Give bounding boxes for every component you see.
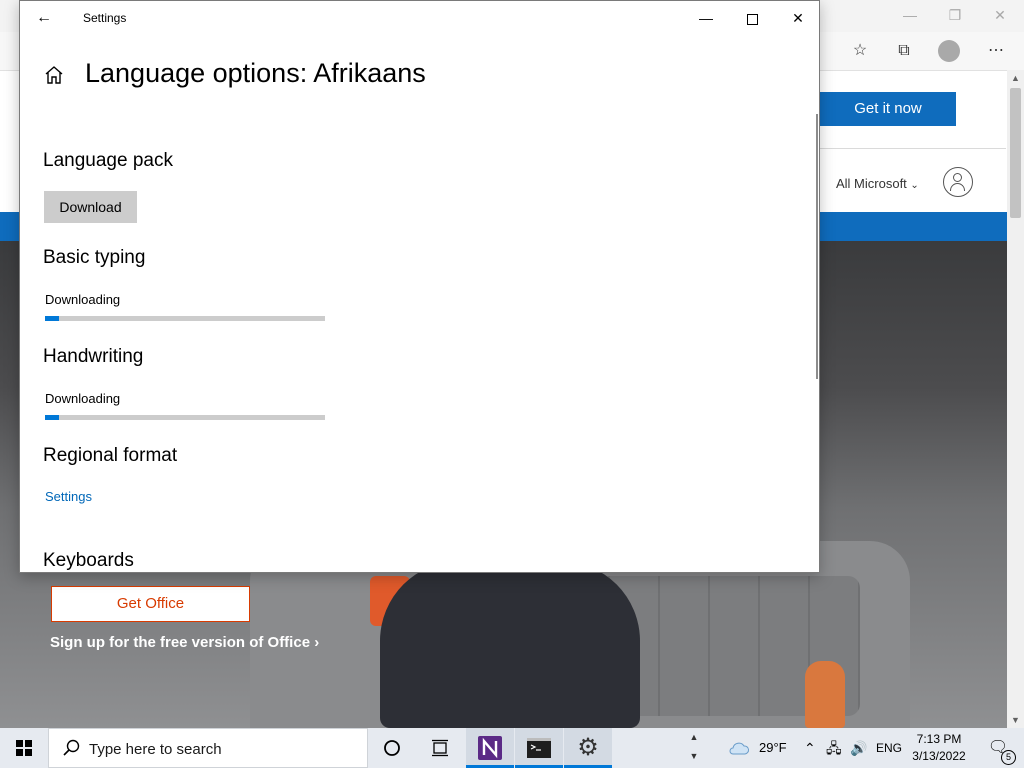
taskbar-clock[interactable]: 7:13 PM 3/13/2022	[905, 731, 973, 765]
vase-shape	[805, 661, 845, 728]
regional-format-heading: Regional format	[43, 445, 178, 466]
weather-temperature[interactable]: 29°F	[759, 728, 787, 768]
all-microsoft-menu[interactable]: All Microsoft ⌄	[836, 176, 919, 191]
favorites-star-icon[interactable]: ☆	[849, 40, 871, 62]
windows-logo-icon	[16, 740, 32, 756]
gear-icon: ⚙	[577, 734, 599, 761]
browser-scrollbar[interactable]: ▲ ▼	[1007, 70, 1024, 728]
browser-profile-avatar[interactable]	[938, 40, 960, 62]
language-pack-heading: Language pack	[43, 150, 173, 171]
get-office-button[interactable]: Get Office	[51, 586, 250, 622]
notification-count: 5	[1001, 750, 1016, 765]
page-title: Language options: Afrikaans	[85, 58, 426, 88]
scroll-up-arrow-icon[interactable]: ▲	[1007, 70, 1024, 86]
start-button[interactable]	[0, 728, 48, 768]
settings-title-bar: ← Settings — ✕	[20, 1, 819, 35]
page-divider	[820, 148, 1006, 149]
basic-typing-progress-fill	[45, 316, 59, 321]
close-button[interactable]: ✕	[775, 1, 819, 35]
get-it-now-button[interactable]: Get it now	[820, 92, 956, 126]
input-language-indicator[interactable]: ENG	[876, 728, 902, 768]
home-icon[interactable]	[42, 63, 66, 87]
command-prompt-icon	[527, 737, 551, 758]
basic-typing-progress-bar	[45, 316, 325, 321]
person-shape	[380, 561, 640, 728]
browser-more-icon[interactable]: ⋯	[985, 40, 1007, 62]
taskbar-app-purple[interactable]	[466, 728, 514, 768]
back-arrow-icon[interactable]: ←	[32, 6, 56, 30]
settings-scrollbar[interactable]	[816, 114, 818, 379]
network-icon[interactable]: 🖧	[826, 728, 842, 768]
regional-format-settings-link[interactable]: Settings	[45, 489, 92, 504]
window-title: Settings	[83, 11, 127, 25]
purple-app-icon	[478, 735, 502, 760]
taskbar-command-prompt[interactable]	[515, 728, 563, 768]
handwriting-progress-bar	[45, 415, 325, 420]
handwriting-progress-fill	[45, 415, 59, 420]
scroll-down-arrow-icon[interactable]: ▼	[1007, 712, 1024, 728]
taskbar-settings[interactable]: ⚙	[564, 728, 612, 768]
handwriting-heading: Handwriting	[43, 346, 144, 367]
signup-free-office-link[interactable]: Sign up for the free version of Office ›	[50, 634, 319, 651]
browser-scroll-thumb[interactable]	[1010, 88, 1021, 218]
volume-icon[interactable]: 🔊	[850, 728, 867, 768]
cortana-button[interactable]	[368, 728, 416, 768]
handwriting-status: Downloading	[45, 391, 121, 406]
all-microsoft-label: All Microsoft	[836, 176, 907, 191]
search-placeholder: Type here to search	[89, 741, 222, 758]
basic-typing-status: Downloading	[45, 292, 121, 307]
browser-restore-button[interactable]: ❐	[940, 4, 970, 26]
maximize-button[interactable]	[729, 1, 775, 35]
clock-time: 7:13 PM	[916, 732, 962, 746]
show-hidden-icons-chevron-icon[interactable]: ⌃	[804, 728, 816, 768]
taskbar-scroll-chevrons[interactable]: ▲ ▼	[686, 728, 702, 768]
browser-close-button[interactable]: ✕	[985, 4, 1015, 26]
download-language-pack-button[interactable]: Download	[44, 191, 137, 223]
basic-typing-heading: Basic typing	[43, 247, 146, 268]
maximize-icon	[746, 13, 758, 25]
settings-window: ← Settings — ✕ Language options: Afrikaa…	[19, 0, 820, 573]
search-icon	[63, 739, 80, 756]
keyboards-heading: Keyboards	[43, 550, 134, 571]
browser-minimize-button[interactable]: —	[895, 4, 925, 26]
chevron-down-icon: ⌄	[910, 180, 919, 191]
clock-date: 3/13/2022	[912, 749, 966, 763]
task-view-button[interactable]	[416, 728, 464, 768]
weather-cloud-icon[interactable]	[724, 728, 754, 768]
account-sign-in-icon[interactable]	[943, 167, 973, 197]
collections-icon[interactable]: ⧉	[893, 40, 915, 62]
cortana-circle-icon	[384, 739, 400, 756]
task-view-icon	[432, 739, 448, 756]
taskbar-search-box[interactable]: Type here to search	[48, 728, 368, 768]
notification-center-button[interactable]: 🗨 5	[978, 728, 1018, 768]
taskbar: Type here to search ⚙ ▲ ▼ 29°F ⌃ 🖧 🔊 ENG…	[0, 728, 1024, 768]
minimize-button[interactable]: —	[683, 1, 729, 35]
